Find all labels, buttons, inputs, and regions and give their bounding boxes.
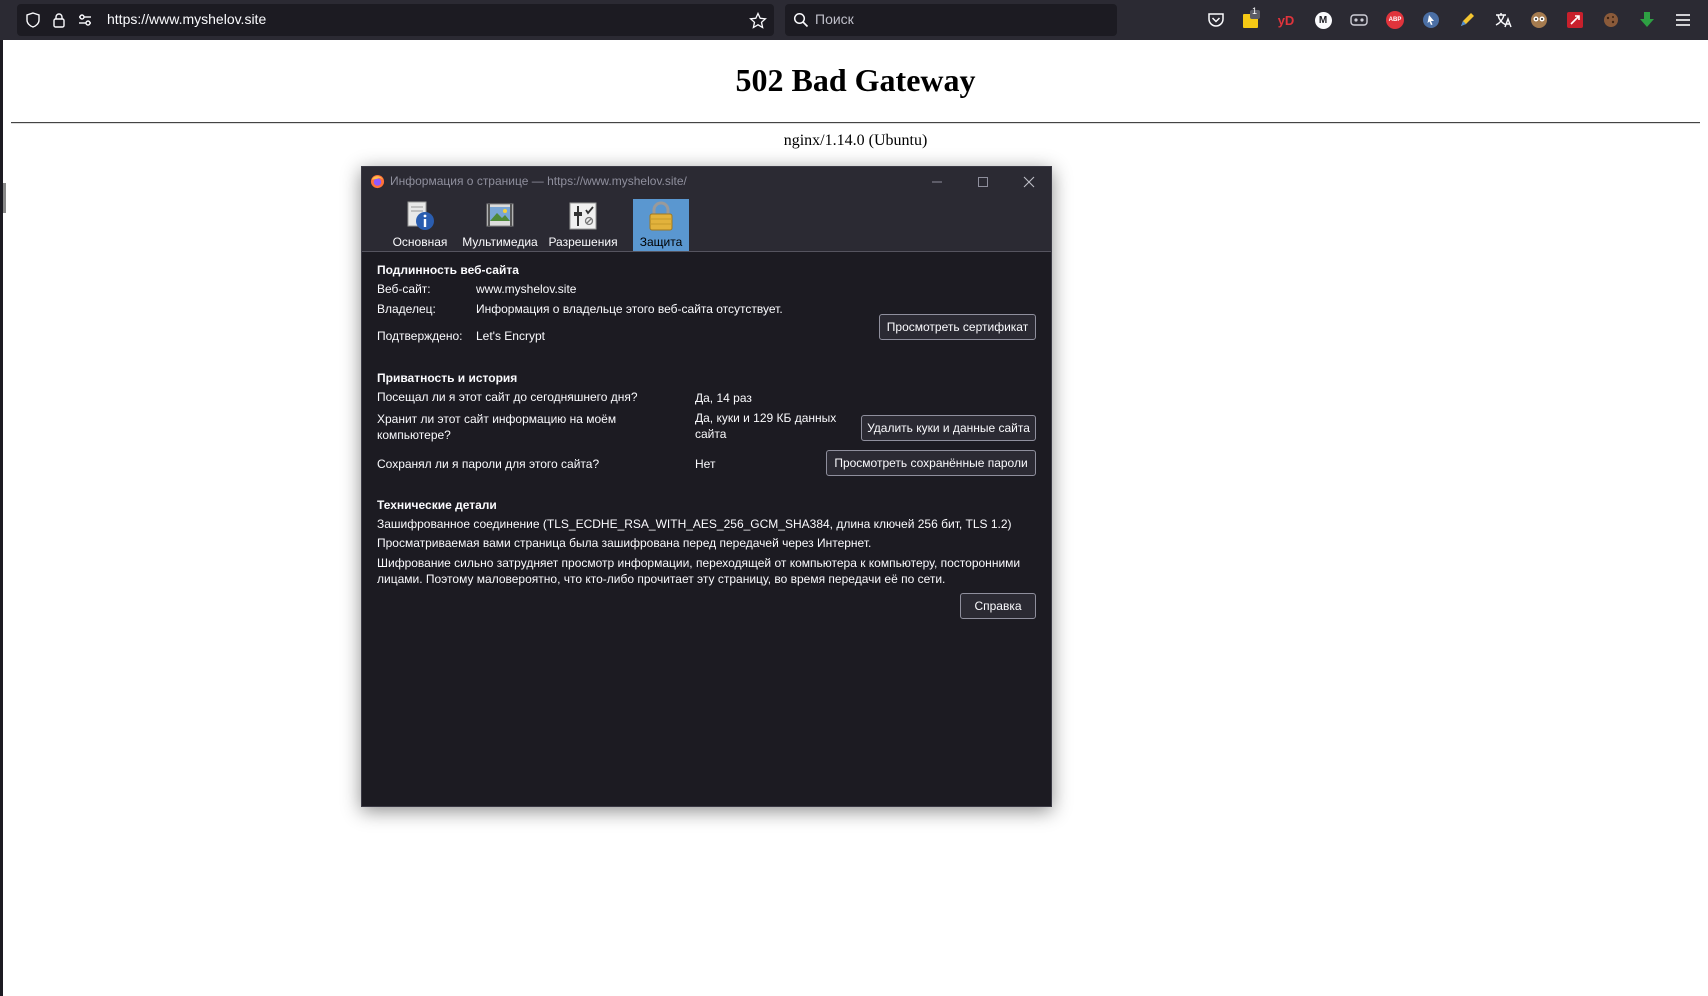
storage-answer-line1: Да, куки и 129 КБ данных xyxy=(695,411,837,425)
notes-extension-icon[interactable]: 1 xyxy=(1240,6,1262,31)
encryption-explanation-line1: Шифрование сильно затрудняет просмотр ин… xyxy=(377,556,1021,570)
tab-media[interactable]: Мультимедиа xyxy=(462,199,538,251)
tab-security[interactable]: Защита xyxy=(633,199,689,251)
owl-extension-icon[interactable] xyxy=(1528,9,1550,31)
cookie-extension-icon[interactable] xyxy=(1600,9,1622,31)
lock-icon xyxy=(649,201,673,231)
storage-question-line2: компьютере? xyxy=(377,428,451,442)
yandex-extension-icon[interactable]: yD xyxy=(1275,9,1297,31)
minimize-button[interactable] xyxy=(914,167,960,197)
media-icon xyxy=(486,203,514,227)
tracking-shield-icon[interactable] xyxy=(25,12,41,28)
passwords-answer: Нет xyxy=(695,457,716,471)
view-certificate-button[interactable]: Просмотреть сертификат xyxy=(879,314,1036,340)
close-icon xyxy=(1023,176,1035,188)
clear-cookies-button[interactable]: Удалить куки и данные сайта xyxy=(861,415,1036,441)
visited-question: Посещал ли я этот сайт до сегодняшнего д… xyxy=(377,390,638,404)
tab-permissions[interactable]: Разрешения xyxy=(546,199,620,251)
visited-answer: Да, 14 раз xyxy=(695,391,752,405)
search-placeholder: Поиск xyxy=(815,11,854,27)
security-panel: Подлинность веб-сайта Веб-сайт: www.mysh… xyxy=(362,253,1051,806)
dialog-titlebar[interactable]: Информация о странице — https://www.mysh… xyxy=(362,167,1051,197)
pencil-extension-icon[interactable] xyxy=(1456,9,1478,31)
view-saved-passwords-button[interactable]: Просмотреть сохранённые пароли xyxy=(826,450,1036,476)
search-bar[interactable]: Поиск xyxy=(785,4,1117,36)
info-icon xyxy=(407,201,434,230)
maximize-icon xyxy=(978,177,988,187)
technical-heading: Технические детали xyxy=(377,498,497,512)
cursor-extension-icon[interactable] xyxy=(1420,9,1442,31)
tab-label: Основная xyxy=(392,235,448,249)
abp-badge: ABP xyxy=(1386,11,1404,29)
side-edge xyxy=(3,183,6,213)
encryption-explanation-line2: лицами. Поэтому маловероятно, что кто-ли… xyxy=(377,572,946,586)
adblock-plus-icon[interactable]: ABP xyxy=(1384,9,1406,31)
help-button[interactable]: Справка xyxy=(960,593,1036,619)
owner-label: Владелец: xyxy=(377,302,436,316)
firefox-icon xyxy=(370,174,385,193)
encryption-details: Зашифрованное соединение (TLS_ECDHE_RSA_… xyxy=(377,517,1012,531)
owner-value: Информация о владельце этого веб-сайта о… xyxy=(476,302,783,316)
server-signature: nginx/1.14.0 (Ubuntu) xyxy=(783,132,928,149)
tab-label: Разрешения xyxy=(548,235,618,249)
tab-label: Мультимедиа xyxy=(462,235,538,249)
extension-badge: 1 xyxy=(1252,6,1258,16)
m-extension-icon[interactable]: M xyxy=(1312,9,1334,31)
passwords-question: Сохранял ли я пароли для этого сайта? xyxy=(377,457,600,471)
bookmark-star-icon[interactable] xyxy=(749,11,767,29)
permissions-icon[interactable] xyxy=(77,12,93,28)
url-text[interactable]: https://www.myshelov.site xyxy=(107,11,266,27)
website-label: Веб-сайт: xyxy=(377,282,431,296)
page-info-dialog: Информация о странице — https://www.mysh… xyxy=(361,166,1052,807)
page-title: 502 Bad Gateway xyxy=(735,62,976,98)
download-extension-icon[interactable] xyxy=(1636,9,1658,31)
permissions-icon xyxy=(569,202,597,230)
tab-label: Защита xyxy=(639,235,683,249)
privacy-heading: Приватность и история xyxy=(377,371,518,385)
storage-answer-line2: сайта xyxy=(695,427,727,441)
identity-heading: Подлинность веб-сайта xyxy=(377,263,519,277)
dialog-tabs: Основная Мультимедиа Разрешения Защита xyxy=(362,197,1051,252)
dialog-title: Информация о странице — https://www.mysh… xyxy=(390,174,687,188)
url-bar[interactable]: https://www.myshelov.site xyxy=(17,4,774,36)
verified-value: Let's Encrypt xyxy=(476,329,545,343)
maximize-button[interactable] xyxy=(960,167,1006,197)
lock-icon[interactable] xyxy=(51,12,67,28)
close-button[interactable] xyxy=(1006,167,1052,197)
pocket-icon[interactable] xyxy=(1205,9,1227,31)
tab-general[interactable]: Основная xyxy=(388,199,452,251)
hamburger-menu-icon[interactable] xyxy=(1672,9,1694,31)
m-badge: M xyxy=(1314,11,1332,29)
masks-extension-icon[interactable] xyxy=(1348,9,1370,31)
search-icon xyxy=(793,12,809,28)
storage-question-line1: Хранит ли этот сайт информацию на моём xyxy=(377,412,617,426)
website-value: www.myshelov.site xyxy=(476,282,577,296)
verified-label: Подтверждено: xyxy=(377,329,463,343)
red-extension-icon[interactable] xyxy=(1564,9,1586,31)
page-divider xyxy=(11,122,1700,124)
browser-toolbar: https://www.myshelov.site Поиск 1 yD M A… xyxy=(0,0,1708,40)
translate-extension-icon[interactable] xyxy=(1492,9,1514,31)
minimize-icon xyxy=(932,181,942,183)
encryption-summary: Просматриваемая вами страница была зашиф… xyxy=(377,536,872,550)
